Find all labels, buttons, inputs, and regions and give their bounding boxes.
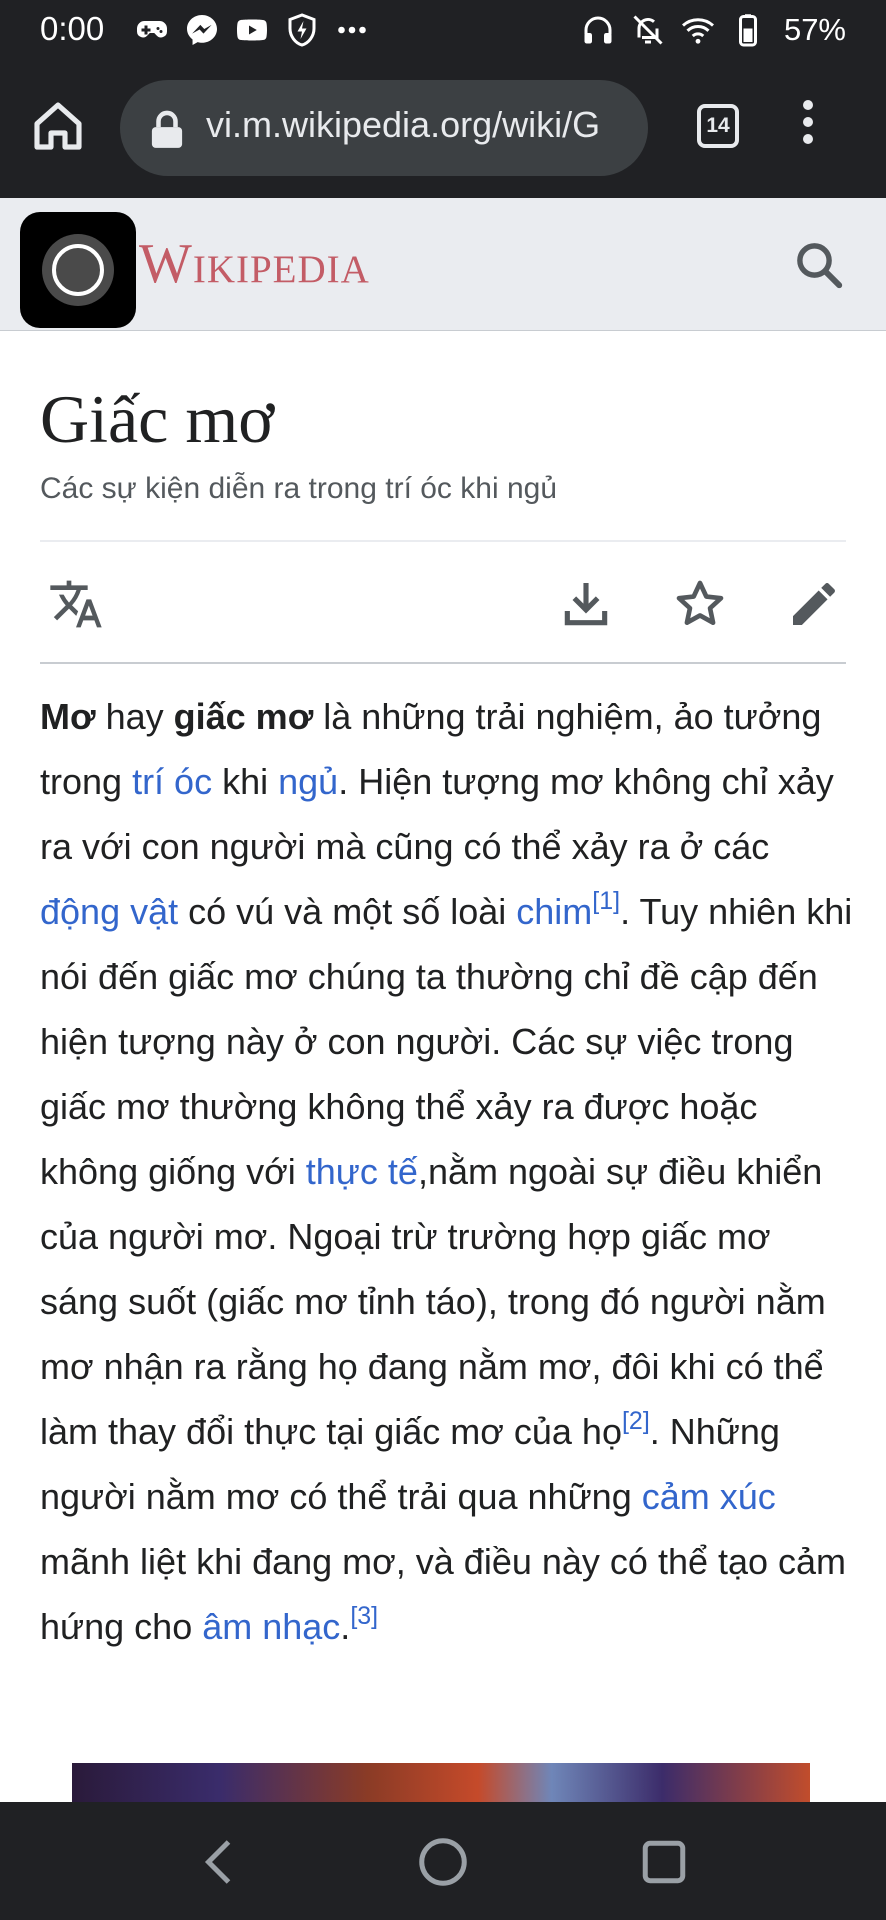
browser-toolbar: vi.m.wikipedia.org/wiki/G 14 (0, 62, 886, 198)
article-link[interactable]: thực tế (306, 1151, 418, 1192)
youtube-icon (237, 19, 267, 41)
paragraph-text: khi (212, 761, 279, 802)
article-link[interactable]: động vật (40, 891, 178, 932)
paragraph-text: có vú và một số loài (178, 891, 517, 932)
browser-menu-icon[interactable] (800, 100, 816, 150)
paragraph-text: mãnh liệt khi đang mơ, và điều này có th… (40, 1541, 847, 1647)
circle-icon (42, 234, 114, 306)
tab-switcher-button[interactable]: 14 (697, 104, 739, 148)
article-image[interactable] (72, 1763, 810, 1803)
lock-icon (151, 110, 183, 148)
address-bar[interactable]: vi.m.wikipedia.org/wiki/G (120, 80, 648, 176)
article-link[interactable]: ngủ (278, 761, 338, 802)
page-title: Giấc mơ (40, 381, 275, 457)
system-navigation-bar (0, 1802, 886, 1920)
url-text[interactable]: vi.m.wikipedia.org/wiki/G (206, 104, 600, 146)
system-icons: 57% (580, 12, 846, 48)
battery-percent: 57% (783, 12, 846, 47)
status-bar: 0:00 57% (0, 0, 886, 62)
home-icon[interactable] (30, 98, 86, 154)
paragraph-text: hay (95, 696, 174, 737)
back-icon[interactable] (191, 1832, 251, 1892)
translate-icon[interactable] (48, 576, 104, 632)
notification-icons (134, 12, 370, 48)
article-paragraph: Mơ hay giấc mơ là những trải nghiệm, ảo … (40, 684, 858, 1659)
more-icon (338, 26, 366, 34)
article-link[interactable]: chim (516, 891, 592, 932)
star-icon[interactable] (672, 576, 728, 632)
paragraph-text: . (340, 1606, 351, 1647)
wikipedia-logo[interactable]: Wikipedia (139, 232, 370, 296)
status-time: 0:00 (40, 10, 105, 47)
floating-overlay-button[interactable] (20, 212, 136, 328)
article-link[interactable]: âm nhạc (202, 1606, 340, 1647)
citation-link[interactable]: [3] (350, 1602, 378, 1630)
headphones-icon (584, 16, 612, 44)
citation-link[interactable]: [1] (592, 887, 620, 915)
search-icon[interactable] (792, 238, 846, 292)
home-circle-icon[interactable] (413, 1832, 473, 1892)
messenger-icon (187, 15, 217, 45)
article-link[interactable]: cảm xúc (642, 1476, 776, 1517)
page-actions (40, 570, 846, 640)
wifi-icon (681, 18, 714, 44)
page-description: Các sự kiện diễn ra trong trí óc khi ngủ (40, 472, 558, 505)
battery-icon (738, 14, 757, 47)
bell-off-icon (633, 15, 663, 45)
divider (40, 540, 846, 542)
gamepad-icon (137, 21, 167, 38)
edit-pencil-icon[interactable] (786, 576, 842, 632)
article-link[interactable]: trí óc (132, 761, 212, 802)
divider (40, 662, 846, 664)
citation-link[interactable]: [2] (622, 1407, 650, 1435)
shield-icon (288, 13, 316, 47)
bold-term: giấc mơ (173, 696, 314, 737)
bold-term: Mơ (40, 696, 96, 737)
paragraph-text: . Tuy nhiên khi nói đến giấc mơ chúng ta… (40, 891, 853, 1192)
download-icon[interactable] (558, 576, 614, 632)
recents-icon[interactable] (634, 1832, 694, 1892)
paragraph-text: ,nằm ngoài sự điều khiển của người mơ. N… (40, 1151, 826, 1452)
